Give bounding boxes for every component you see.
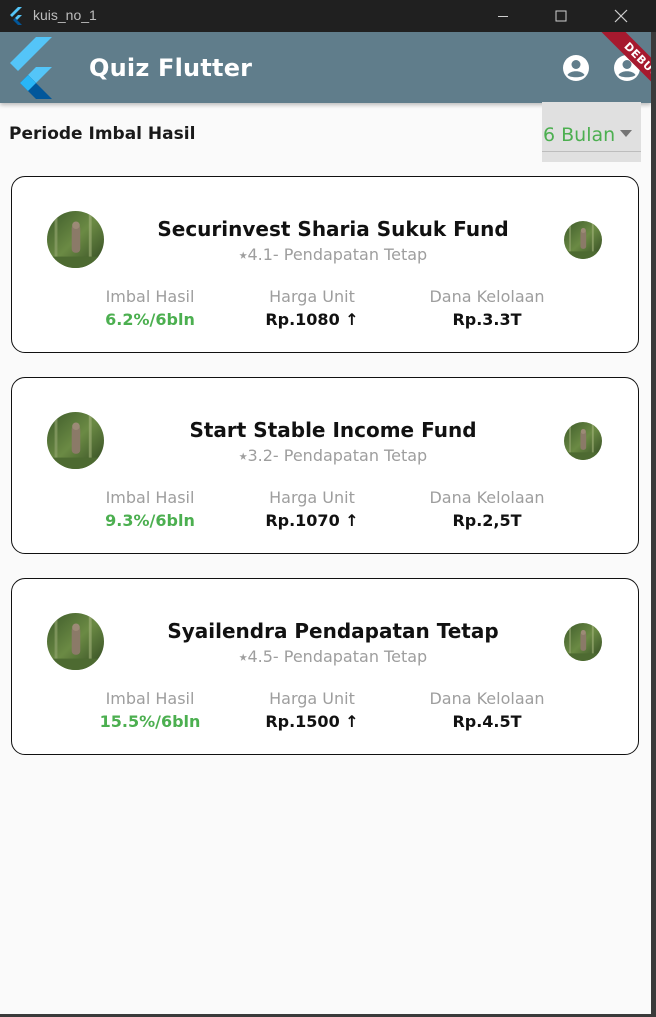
stat-value: Rp.4.5T [452,712,522,731]
window-title: kuis_no_1 [33,7,97,23]
stat-value: Rp.1080 ↑ [265,310,359,329]
fund-stat: Harga Unit Rp.1070 ↑ [222,488,402,530]
stat-label: Harga Unit [269,488,355,507]
fund-thumbnail [564,422,602,460]
minimize-icon [498,16,508,17]
window-border [651,32,656,1017]
stat-value: Rp.3.3T [452,310,522,329]
fund-rating: ⭑4.5- Pendapatan Tetap [238,647,428,666]
fund-thumbnail [564,221,602,259]
fund-avatar [47,412,104,469]
flutter-logo-icon [10,37,52,99]
dropdown-arrow-icon [620,130,632,137]
stat-label: Imbal Hasil [105,488,195,507]
period-label: Periode Imbal Hasil [9,124,196,144]
stat-value: Rp.1500 ↑ [265,712,359,731]
fund-name: Securinvest Sharia Sukuk Fund [157,217,509,241]
fund-rating: ⭑4.1- Pendapatan Tetap [238,245,428,264]
stat-value: 6.2%/6bln [105,310,195,329]
period-dropdown-value: 6 Bulan [543,124,616,146]
fund-name: Syailendra Pendapatan Tetap [167,619,499,643]
app-bar: Quiz Flutter [0,32,651,103]
account-circle-icon-2[interactable] [612,53,642,83]
minimize-button[interactable] [474,0,532,32]
stat-label: Harga Unit [269,689,355,708]
fund-stat: Harga Unit Rp.1080 ↑ [222,287,402,329]
fund-avatar [47,211,104,268]
fund-stat: Dana Kelolaan Rp.2,5T [397,488,577,530]
fund-card[interactable]: Start Stable Income Fund ⭑3.2- Pendapata… [11,377,639,554]
stat-label: Dana Kelolaan [429,287,545,306]
period-dropdown[interactable]: 6 Bulan [542,102,641,162]
app-body: Quiz Flutter DEBUG Periode Imbal Hasil 6… [0,32,651,1014]
fund-card[interactable]: Securinvest Sharia Sukuk Fund ⭑4.1- Pend… [11,176,639,353]
maximize-icon [555,10,567,22]
fund-stat: Dana Kelolaan Rp.3.3T [397,287,577,329]
stat-value: Rp.1070 ↑ [265,511,359,530]
fund-stat: Imbal Hasil 6.2%/6bln [60,287,240,329]
stat-value: 15.5%/6bln [99,712,201,731]
maximize-button[interactable] [532,0,590,32]
fund-rating: ⭑3.2- Pendapatan Tetap [238,446,428,465]
stat-label: Harga Unit [269,287,355,306]
stat-value: Rp.2,5T [452,511,522,530]
flutter-app-icon [10,7,22,25]
stat-label: Imbal Hasil [105,689,195,708]
fund-stat: Harga Unit Rp.1500 ↑ [222,689,402,731]
fund-stat: Imbal Hasil 15.5%/6bln [60,689,240,731]
close-icon [614,9,628,23]
close-button[interactable] [592,0,650,32]
dropdown-underline [542,151,641,152]
account-circle-icon[interactable] [561,53,591,83]
stat-label: Dana Kelolaan [429,488,545,507]
fund-card[interactable]: Syailendra Pendapatan Tetap ⭑4.5- Pendap… [11,578,639,755]
app-title: Quiz Flutter [89,54,253,82]
fund-stat: Imbal Hasil 9.3%/6bln [60,488,240,530]
stat-value: 9.3%/6bln [105,511,195,530]
fund-avatar [47,613,104,670]
fund-thumbnail [564,623,602,661]
fund-name: Start Stable Income Fund [189,418,477,442]
fund-stat: Dana Kelolaan Rp.4.5T [397,689,577,731]
window-titlebar: kuis_no_1 [0,0,656,32]
stat-label: Dana Kelolaan [429,689,545,708]
stat-label: Imbal Hasil [105,287,195,306]
